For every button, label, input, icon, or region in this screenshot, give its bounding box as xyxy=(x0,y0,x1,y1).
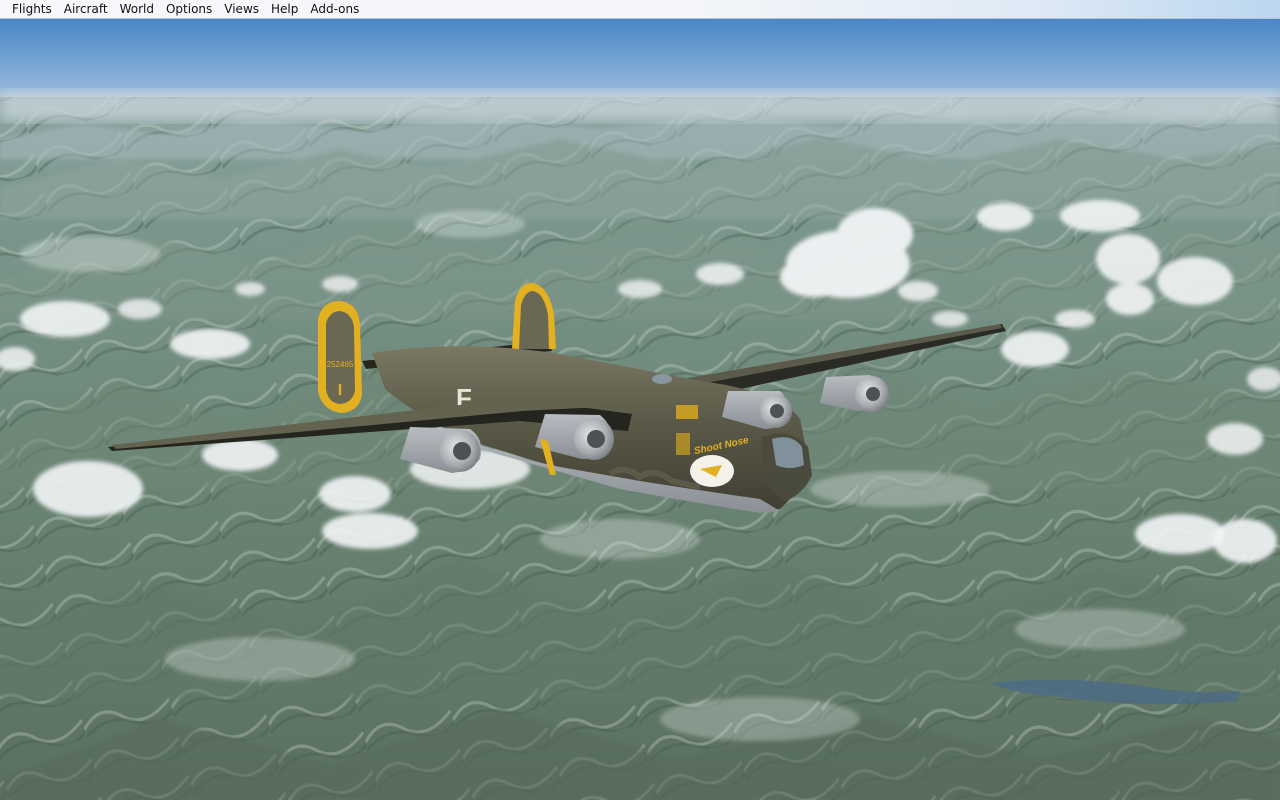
tail-mark: I xyxy=(338,382,342,399)
top-turret xyxy=(652,374,672,384)
tail-serial: 252465 xyxy=(327,360,354,369)
menu-views[interactable]: Views xyxy=(218,0,265,19)
menu-bar: Flights Aircraft World Options Views Hel… xyxy=(0,0,1280,19)
horizon-haze xyxy=(0,91,1280,121)
menu-options[interactable]: Options xyxy=(160,0,218,19)
scene-render: F Shoot Nose 252465 I xyxy=(0,19,1280,800)
menu-world[interactable]: World xyxy=(114,0,160,19)
menu-flights[interactable]: Flights xyxy=(6,0,58,19)
menu-help[interactable]: Help xyxy=(265,0,304,19)
menu-addons[interactable]: Add-ons xyxy=(304,0,365,19)
flight-sim-3d-view[interactable]: F Shoot Nose 252465 I xyxy=(0,19,1280,800)
menu-aircraft[interactable]: Aircraft xyxy=(58,0,114,19)
tail-fin-left: 252465 I xyxy=(318,301,362,413)
